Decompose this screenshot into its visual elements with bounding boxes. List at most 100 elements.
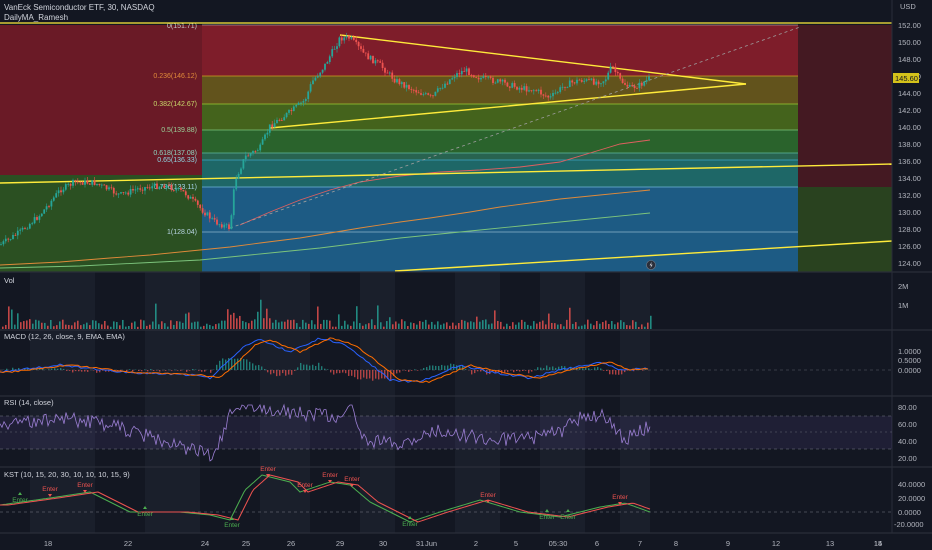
macd-hist-bar — [330, 370, 332, 373]
macd-hist-bar — [153, 370, 155, 371]
macd-hist-bar — [81, 370, 83, 372]
candle-body — [537, 89, 540, 92]
candle-body — [288, 110, 290, 113]
candle-body — [364, 52, 367, 54]
macd-hist-bar — [363, 370, 365, 378]
volume-bar — [458, 322, 460, 329]
session-band — [145, 272, 200, 533]
macd-hist-bar — [585, 367, 587, 370]
volume-bar — [287, 319, 289, 329]
volume-bar — [194, 321, 196, 329]
volume-bar — [8, 306, 10, 329]
candle-body — [148, 187, 151, 189]
macd-hist-bar — [342, 370, 344, 373]
candle-body — [492, 77, 494, 84]
time-axis[interactable]: 18 22 24 25 26 29 30 31 Jun 2 5 05:30 6 7 8 9 12 13 1415 — [0, 534, 932, 550]
candle-body — [326, 62, 329, 64]
candle-body — [21, 227, 24, 230]
macd-hist-bar — [507, 370, 509, 373]
volume-bar — [260, 299, 262, 329]
candle-body — [480, 78, 482, 80]
volume-bar — [350, 325, 352, 329]
candle-body — [144, 187, 146, 191]
candle-body — [7, 238, 10, 240]
candle-body — [72, 180, 74, 186]
macd-hist-bar — [477, 370, 479, 372]
candle-body — [312, 80, 314, 85]
current-price-label: 145.60 — [895, 74, 918, 83]
volume-bar — [20, 322, 22, 329]
candle-body — [487, 76, 490, 78]
candle-body — [201, 208, 204, 213]
fib-zone-0786-1 — [202, 187, 798, 272]
volume-bar — [113, 321, 115, 329]
candle-body — [429, 94, 432, 96]
volume-bar — [86, 322, 88, 329]
volume-bar — [509, 326, 511, 329]
candle-body — [446, 83, 449, 85]
candle-body — [321, 69, 324, 73]
volume-bar — [32, 323, 34, 329]
macd-hist-bar — [612, 370, 614, 375]
time-label: 30 — [379, 539, 387, 548]
macd-hist-bar — [192, 369, 194, 370]
candle-body — [612, 66, 614, 68]
volume-bar — [365, 324, 367, 329]
volume-bar — [602, 322, 604, 329]
volume-bar — [11, 309, 13, 329]
macd-hist-bar — [78, 370, 80, 372]
candle-body — [105, 185, 108, 190]
volume-bar — [539, 321, 541, 329]
candle-body — [343, 37, 346, 41]
candle-body — [206, 212, 209, 216]
flash-icon[interactable] — [646, 260, 656, 270]
trading-chart[interactable]: 0(151.71) 0.236(146.12) 0.382(142.67) 0.… — [0, 0, 932, 550]
study-legend[interactable]: DailyMA_Ramesh — [4, 13, 68, 22]
volume-bar — [14, 324, 16, 329]
volume-bar — [473, 322, 475, 329]
symbol-title[interactable]: VanEck Semiconductor ETF, 30, NASDAQ — [4, 3, 155, 12]
macd-hist-bar — [312, 364, 314, 370]
macd-hist-bar — [279, 370, 281, 376]
volume-bar — [299, 326, 301, 329]
volume-bar — [389, 317, 391, 329]
volume-bar — [137, 326, 139, 329]
candle-body — [355, 39, 358, 43]
volume-bar — [41, 322, 43, 329]
fib-label-0: 0(151.71) — [167, 23, 197, 30]
macd-hist-bar — [366, 370, 368, 379]
rsi-tick-20: 20.00 — [898, 454, 917, 463]
macd-hist-bar — [618, 370, 620, 375]
macd-hist-bar — [381, 370, 383, 379]
time-label: 13 — [826, 539, 834, 548]
volume-bar — [50, 319, 52, 329]
candle-body — [412, 89, 415, 91]
macd-hist-bar — [621, 370, 623, 375]
macd-hist-bar — [222, 358, 224, 370]
candle-body — [427, 93, 430, 95]
candle-body — [45, 206, 48, 210]
candle-body — [367, 53, 370, 60]
volume-bar — [419, 321, 421, 329]
candle-body — [62, 189, 65, 193]
candle-body — [496, 79, 499, 83]
candle-body — [552, 92, 554, 97]
volume-bar — [134, 321, 136, 329]
candle-body — [285, 112, 288, 118]
volume-bar — [452, 322, 454, 329]
time-label: 2 — [474, 539, 478, 548]
fib-retracement[interactable]: 0(151.71) 0.236(146.12) 0.382(142.67) 0.… — [0, 23, 892, 272]
volume-bar — [128, 325, 130, 329]
candle-body — [477, 77, 480, 80]
macd-hist-bar — [555, 367, 557, 370]
volume-bar — [275, 319, 277, 329]
candle-body — [336, 46, 338, 49]
volume-bar — [416, 324, 418, 329]
candle-body — [386, 72, 389, 74]
volume-bar — [614, 324, 616, 329]
macd-hist-bar — [75, 370, 77, 372]
macd-tick-0: 0.0000 — [898, 366, 921, 375]
volume-bar — [461, 319, 463, 329]
candle-body — [93, 180, 96, 185]
macd-hist-bar — [144, 369, 146, 370]
